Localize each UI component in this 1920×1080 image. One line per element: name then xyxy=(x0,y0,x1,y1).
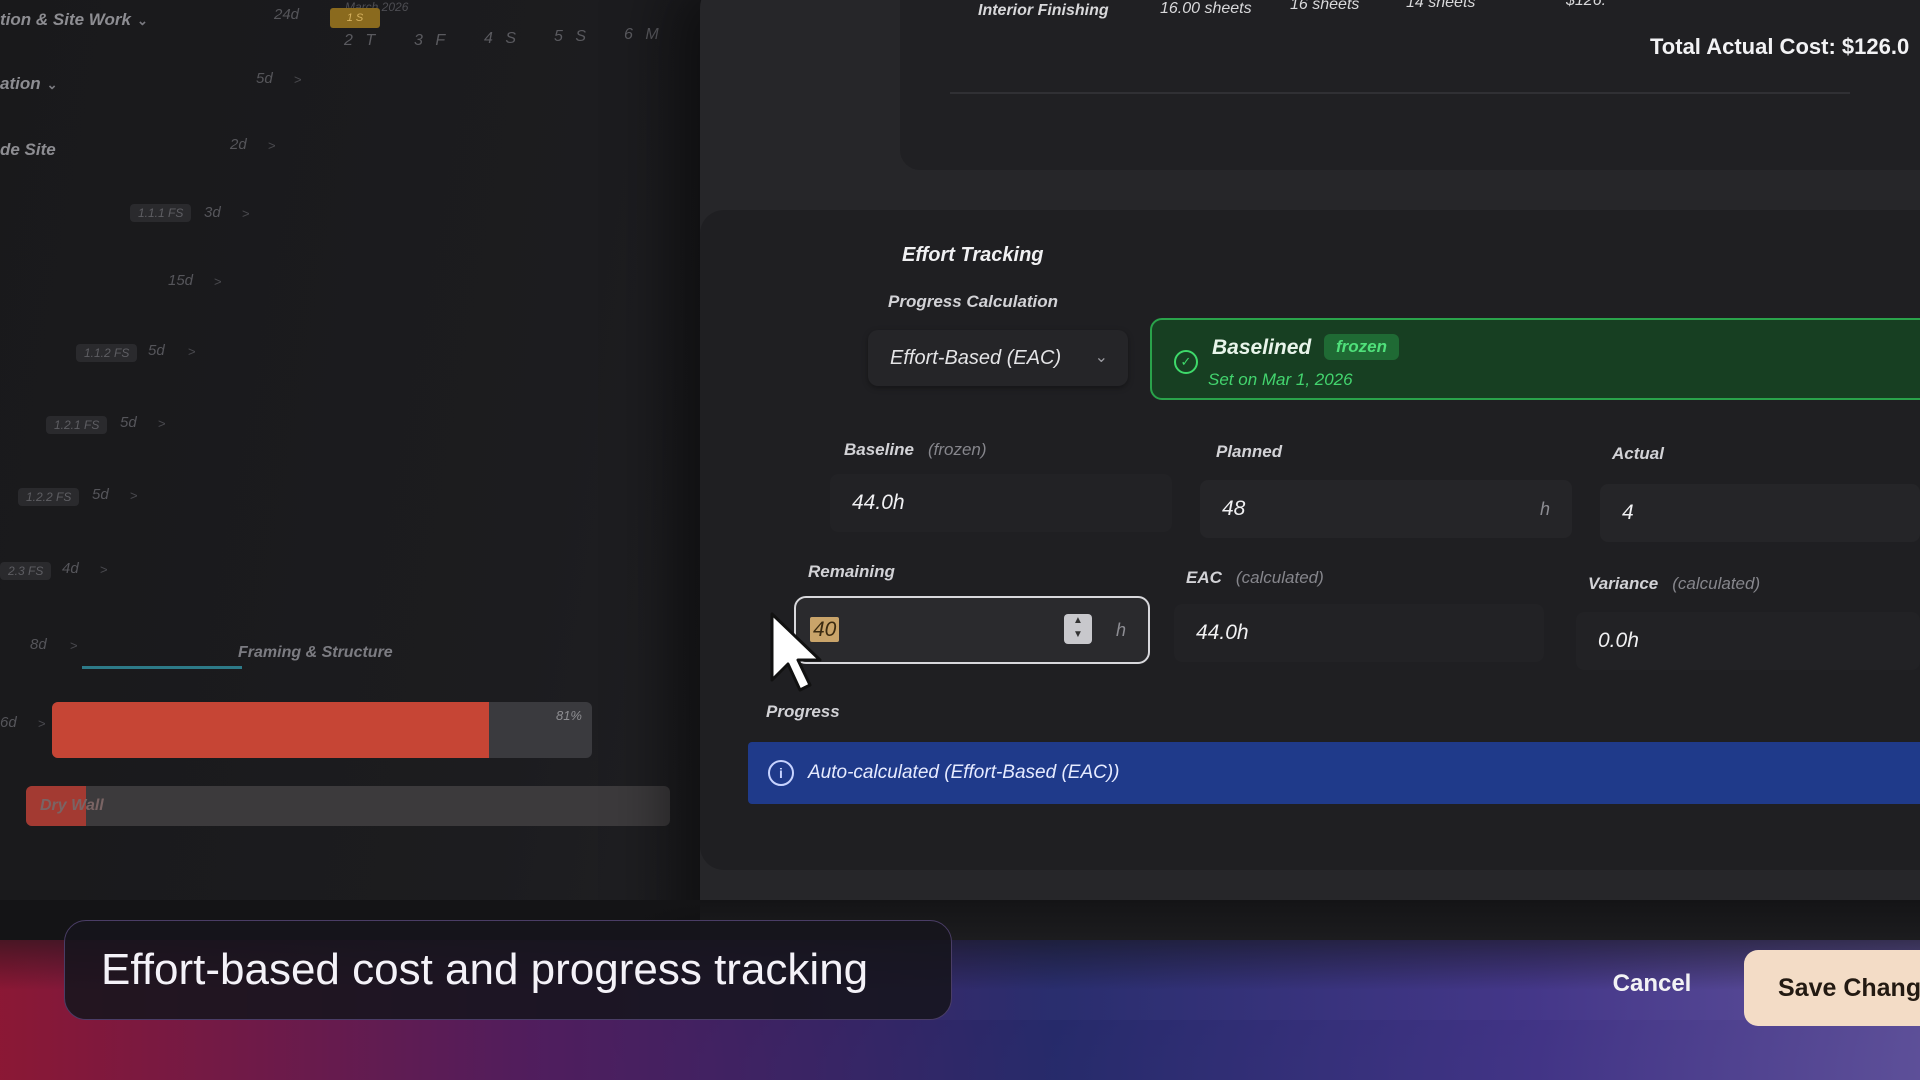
divider xyxy=(950,92,1850,94)
progress-label: Progress xyxy=(766,702,840,721)
baseline-value: 44.0h xyxy=(830,474,1172,532)
cost-row-cell: 16.00 sheets xyxy=(1160,0,1252,17)
info-icon: i xyxy=(768,760,794,786)
video-caption: Effort-based cost and progress tracking xyxy=(64,920,952,1020)
dependency-badge: 1.2.1 FS xyxy=(46,416,108,434)
task-bar[interactable]: 81% xyxy=(52,702,592,758)
gantt-day: 3 F xyxy=(414,32,450,49)
chevron-right-icon[interactable]: > xyxy=(188,344,196,359)
remaining-label: Remaining xyxy=(808,562,895,581)
gantt-day: 4 S xyxy=(484,30,521,47)
gantt-row-duration: 5d xyxy=(120,414,137,431)
dependency-badge: 1.1.1 FS xyxy=(130,204,192,222)
chevron-right-icon[interactable]: > xyxy=(100,562,108,577)
task-bar-drywall[interactable]: Dry Wall xyxy=(26,786,670,826)
task-bar-label: Dry Wall xyxy=(40,797,104,814)
chevron-right-icon[interactable]: > xyxy=(242,206,250,221)
eac-label: EAC (calculated) xyxy=(1186,568,1324,587)
eac-value: 44.0h xyxy=(1174,604,1544,662)
gantt-row-duration: 3d xyxy=(204,204,221,221)
gantt-row-duration: 8d xyxy=(30,636,47,653)
gantt-day: 2 T xyxy=(344,32,380,49)
chevron-down-icon[interactable]: ⌄ xyxy=(137,13,148,28)
dependency-badge: 1.1.2 FS xyxy=(76,344,138,362)
chevron-down-icon: ⌄ xyxy=(1094,349,1108,366)
cost-row-cell: 14 sheets xyxy=(1406,0,1476,11)
progress-calculation-select[interactable]: Effort-Based (EAC) ⌄ xyxy=(868,330,1128,386)
cost-row-cell: 16 sheets xyxy=(1290,0,1360,13)
total-actual-cost: Total Actual Cost: $126.0 xyxy=(1650,34,1910,59)
chevron-right-icon[interactable]: > xyxy=(38,716,46,731)
gantt-day: 6 M xyxy=(624,26,663,43)
gantt-row-label[interactable]: ation ⌄ xyxy=(0,74,58,94)
group-progress-line xyxy=(82,666,242,669)
chevron-right-icon[interactable]: > xyxy=(268,138,276,153)
task-progress-fill xyxy=(52,702,490,758)
gantt-group-label: Framing & Structure xyxy=(238,644,393,661)
cost-table-card xyxy=(900,0,1920,170)
actual-label: Actual xyxy=(1612,444,1664,463)
gantt-row-duration: 4d xyxy=(62,560,79,577)
gantt-today-marker: 1 S xyxy=(330,8,380,28)
unit-label: h xyxy=(1539,499,1550,519)
planned-label: Planned xyxy=(1216,442,1283,461)
gantt-row-duration: 15d xyxy=(168,272,194,289)
baseline-status-title: Baselined xyxy=(1212,336,1312,359)
gantt-row-label[interactable]: de Site xyxy=(0,140,56,160)
progress-info-banner: i Auto-calculated (Effort-Based (EAC)) xyxy=(748,742,1920,804)
section-title: Effort Tracking xyxy=(902,244,1044,266)
gantt-row-duration: 5d xyxy=(92,486,109,503)
chevron-right-icon[interactable]: > xyxy=(294,72,302,87)
gantt-row-duration: 5d xyxy=(148,342,165,359)
gantt-day: 5 S xyxy=(554,28,591,45)
number-stepper[interactable]: ▲ ▼ xyxy=(1064,614,1092,644)
mouse-cursor-icon xyxy=(770,612,822,692)
chevron-right-icon[interactable]: > xyxy=(130,488,138,503)
planned-input[interactable]: 48 h xyxy=(1200,480,1572,538)
variance-label: Variance (calculated) xyxy=(1588,574,1761,593)
dependency-badge: 2.3 FS xyxy=(0,562,52,580)
gantt-row-duration: 24d xyxy=(274,6,300,23)
progress-calculation-label: Progress Calculation xyxy=(888,292,1059,311)
gantt-row-duration: 6d xyxy=(0,714,17,731)
task-progress-label: 81% xyxy=(555,708,582,723)
baseline-date: Set on Mar 1, 2026 xyxy=(1208,370,1353,389)
cancel-button[interactable]: Cancel xyxy=(1592,954,1712,1014)
frozen-badge: frozen xyxy=(1324,334,1399,360)
variance-value: 0.0h xyxy=(1576,612,1920,670)
chevron-right-icon[interactable]: > xyxy=(70,638,78,653)
select-value: Effort-Based (EAC) xyxy=(890,347,1062,369)
save-changes-button[interactable]: Save Changes xyxy=(1744,950,1920,1026)
remaining-input[interactable]: 40 ▲ ▼ h xyxy=(794,596,1150,664)
unit-label: h xyxy=(1115,620,1126,640)
progress-info-text: Auto-calculated (Effort-Based (EAC)) xyxy=(808,762,1120,783)
chevron-right-icon[interactable]: > xyxy=(158,416,166,431)
cost-row-name: Interior Finishing xyxy=(978,2,1109,19)
chevron-right-icon[interactable]: > xyxy=(214,274,222,289)
scene: March 2026 1 S 2 T 3 F 4 S 5 S 6 M 7 T 8… xyxy=(0,0,1920,1080)
check-circle-icon: ✓ xyxy=(1174,350,1198,374)
baseline-status-banner: ✓ Baselined frozen Set on Mar 1, 2026 xyxy=(1150,318,1920,400)
actual-input[interactable]: 4 xyxy=(1600,484,1920,542)
gantt-row-duration: 2d xyxy=(230,136,247,153)
chevron-down-icon[interactable]: ⌄ xyxy=(47,77,58,92)
baseline-label: Baseline (frozen) xyxy=(844,440,987,459)
dependency-badge: 1.2.2 FS xyxy=(18,488,80,506)
cost-row-cell: $126. xyxy=(1566,0,1607,9)
gantt-row-duration: 5d xyxy=(256,70,273,87)
gantt-row-label[interactable]: tion & Site Work ⌄ xyxy=(0,10,148,30)
